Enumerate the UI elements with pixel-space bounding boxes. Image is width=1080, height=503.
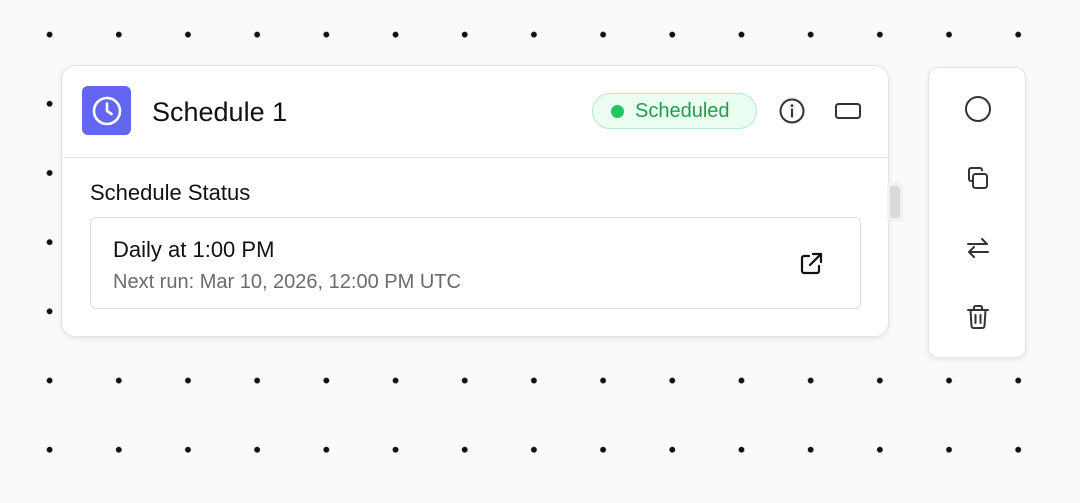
node-title: Schedule 1 (152, 97, 288, 127)
section-label: Schedule Status (90, 180, 251, 205)
schedule-frequency: Daily at 1:00 PM (113, 237, 275, 262)
next-run-text: Next run: Mar 10, 2026, 12:00 PM UTC (113, 271, 461, 293)
collapse-icon (835, 103, 861, 119)
circle-icon (965, 96, 991, 122)
schedule-node-card[interactable]: Schedule 1 Scheduled Schedule Status Dai… (61, 65, 903, 337)
status-label: Scheduled (635, 99, 730, 122)
scrollbar-thumb[interactable] (887, 182, 903, 222)
delete-button[interactable] (958, 297, 998, 337)
status-badge: Scheduled (592, 93, 757, 129)
toolbar-circle-button[interactable] (958, 89, 998, 129)
open-schedule-button[interactable] (795, 248, 827, 280)
external-link-icon (800, 252, 823, 275)
swap-button[interactable] (958, 228, 998, 268)
info-icon (779, 98, 805, 124)
duplicate-icon (968, 167, 988, 189)
schedule-status-box: Daily at 1:00 PM Next run: Mar 10, 2026,… (90, 217, 861, 309)
collapse-button[interactable] (832, 97, 864, 125)
info-button[interactable] (778, 97, 806, 125)
status-dot-icon (611, 104, 624, 118)
swap-icon (967, 238, 989, 258)
trash-icon (967, 305, 989, 329)
clock-icon (82, 86, 131, 135)
node-header: Schedule 1 Scheduled (62, 66, 888, 158)
node-toolbar (928, 67, 1026, 358)
duplicate-button[interactable] (958, 159, 998, 199)
